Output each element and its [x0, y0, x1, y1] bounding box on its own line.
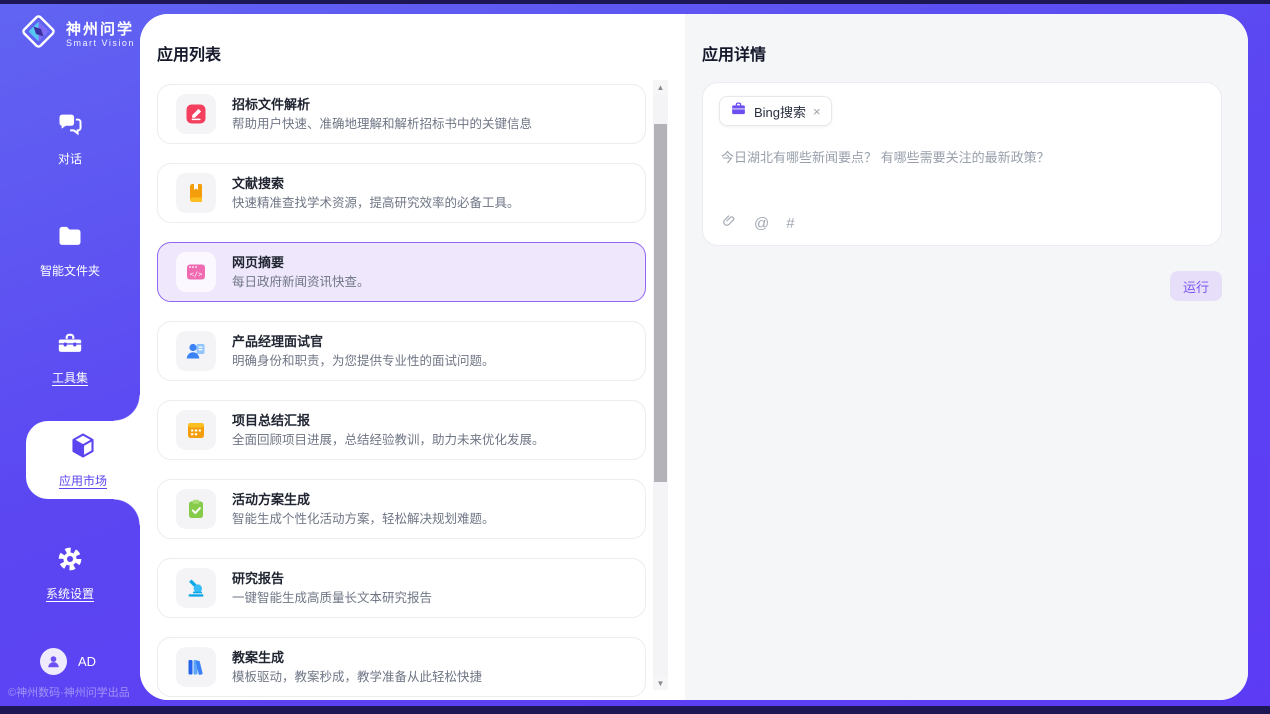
- app-card-desc: 帮助用户快速、准确地理解和解析招标书中的关键信息: [232, 117, 532, 132]
- app-card-desc: 明确身份和职责，为您提供专业性的面试问题。: [232, 354, 495, 369]
- run-button[interactable]: 运行: [1170, 271, 1222, 301]
- briefcase-icon: [730, 100, 747, 122]
- sidebar-item-label: 智能文件夹: [40, 262, 100, 279]
- sidebar-item-app-market[interactable]: 应用市场: [26, 421, 140, 499]
- folder-icon: [56, 222, 84, 255]
- tool-tag-bing-search[interactable]: Bing搜索 ×: [719, 96, 832, 126]
- app-card-literature-search[interactable]: 文献搜索 快速精准查找学术资源，提高研究效率的必备工具。: [157, 163, 646, 223]
- gear-icon: [56, 545, 84, 578]
- app-detail-pane: 应用详情 Bing搜索 × 今日湖北有哪些新闻要点？ 有哪些需要关注的最新政策？: [685, 14, 1248, 700]
- app-card-bid-analysis[interactable]: 招标文件解析 帮助用户快速、准确地理解和解析招标书中的关键信息: [157, 84, 646, 144]
- brand-diamond-icon: [20, 13, 57, 55]
- app-window: 神州问学 Smart Vision 对话 智能文件夹: [0, 0, 1270, 714]
- app-card-web-summary[interactable]: </> 网页摘要 每日政府新闻资讯快查。: [157, 242, 646, 302]
- app-card-title: 网页摘要: [232, 255, 370, 271]
- research-icon: [176, 568, 216, 608]
- paperclip-icon[interactable]: [721, 213, 737, 234]
- clipboard-check-icon: [176, 489, 216, 529]
- scrollbar-track[interactable]: [653, 94, 668, 676]
- app-card-research-report[interactable]: 研究报告 一键智能生成高质量长文本研究报告: [157, 558, 646, 618]
- brand-tagline: Smart Vision: [66, 38, 135, 48]
- app-card-desc: 每日政府新闻资讯快查。: [232, 275, 370, 290]
- sidebar-item-label: 工具集: [52, 369, 88, 386]
- app-card-title: 项目总结汇报: [232, 413, 545, 429]
- scrollbar-thumb[interactable]: [654, 124, 667, 482]
- content-panel: 应用列表 招标文件解析 帮助用户快速、准确地理解和解析招标书中的关键信息: [140, 14, 1248, 700]
- brand-name: 神州问学: [66, 21, 135, 38]
- cube-icon: [68, 431, 98, 466]
- books-icon: [176, 647, 216, 687]
- attachment-toolbar: @ #: [721, 213, 795, 234]
- app-card-desc: 模板驱动，教案秒成，教学准备从此轻松快捷: [232, 670, 482, 685]
- avatar: [40, 648, 67, 675]
- app-card-pm-interviewer[interactable]: 产品经理面试官 明确身份和职责，为您提供专业性的面试问题。: [157, 321, 646, 381]
- sidebar-item-label: 对话: [58, 150, 82, 167]
- mention-icon[interactable]: @: [754, 215, 769, 232]
- calendar-icon: [176, 410, 216, 450]
- sidebar-item-label: 系统设置: [46, 585, 94, 602]
- app-card-title: 招标文件解析: [232, 97, 532, 113]
- app-list-title: 应用列表: [157, 41, 221, 65]
- app-card-desc: 全面回顾项目进展，总结经验教训，助力未来优化发展。: [232, 433, 545, 448]
- sidebar-item-smart-folder[interactable]: 智能文件夹: [0, 222, 140, 279]
- user-name: AD: [78, 654, 96, 669]
- prompt-card: Bing搜索 × 今日湖北有哪些新闻要点？ 有哪些需要关注的最新政策？ @ #: [702, 82, 1222, 246]
- interviewer-icon: [176, 331, 216, 371]
- app-card-title: 教案生成: [232, 650, 482, 666]
- svg-text:</>: </>: [190, 271, 203, 279]
- webpage-icon: </>: [176, 252, 216, 292]
- sidebar-item-chat[interactable]: 对话: [0, 110, 140, 167]
- hash-icon[interactable]: #: [786, 215, 794, 232]
- tool-tag-label: Bing搜索: [754, 102, 806, 121]
- chat-icon: [56, 110, 84, 143]
- book-icon: [176, 173, 216, 213]
- app-card-project-summary[interactable]: 项目总结汇报 全面回顾项目进展，总结经验教训，助力未来优化发展。: [157, 400, 646, 460]
- sidebar-item-settings[interactable]: 系统设置: [0, 545, 140, 602]
- sidebar-item-label: 应用市场: [59, 472, 107, 489]
- copyright-note: ©神州数码·神州问学出品: [8, 684, 130, 700]
- app-card-list: 招标文件解析 帮助用户快速、准确地理解和解析招标书中的关键信息 文献搜索: [157, 84, 646, 697]
- scrollbar-up-arrow-icon[interactable]: ▲: [653, 80, 668, 94]
- edit-doc-icon: [176, 94, 216, 134]
- app-list-scrollbar[interactable]: ▲ ▼: [653, 80, 668, 690]
- app-card-event-plan[interactable]: 活动方案生成 智能生成个性化活动方案，轻松解决规划难题。: [157, 479, 646, 539]
- app-card-desc: 智能生成个性化活动方案，轻松解决规划难题。: [232, 512, 495, 527]
- app-card-lesson-plan[interactable]: 教案生成 模板驱动，教案秒成，教学准备从此轻松快捷: [157, 637, 646, 697]
- prompt-input[interactable]: 今日湖北有哪些新闻要点？ 有哪些需要关注的最新政策？: [721, 149, 1201, 167]
- app-card-title: 研究报告: [232, 571, 432, 587]
- brand-logo: 神州问学 Smart Vision: [20, 13, 135, 55]
- user-account[interactable]: AD: [40, 648, 96, 675]
- app-list-pane: 应用列表 招标文件解析 帮助用户快速、准确地理解和解析招标书中的关键信息: [140, 14, 685, 700]
- sidebar-item-toolset[interactable]: 工具集: [0, 329, 140, 386]
- close-icon[interactable]: ×: [813, 105, 821, 118]
- app-card-title: 文献搜索: [232, 176, 520, 192]
- app-card-title: 产品经理面试官: [232, 334, 495, 350]
- app-card-desc: 一键智能生成高质量长文本研究报告: [232, 591, 432, 606]
- app-detail-title: 应用详情: [702, 41, 766, 65]
- scrollbar-down-arrow-icon[interactable]: ▼: [653, 676, 668, 690]
- app-card-desc: 快速精准查找学术资源，提高研究效率的必备工具。: [232, 196, 520, 211]
- toolbox-icon: [56, 329, 84, 362]
- app-card-title: 活动方案生成: [232, 492, 495, 508]
